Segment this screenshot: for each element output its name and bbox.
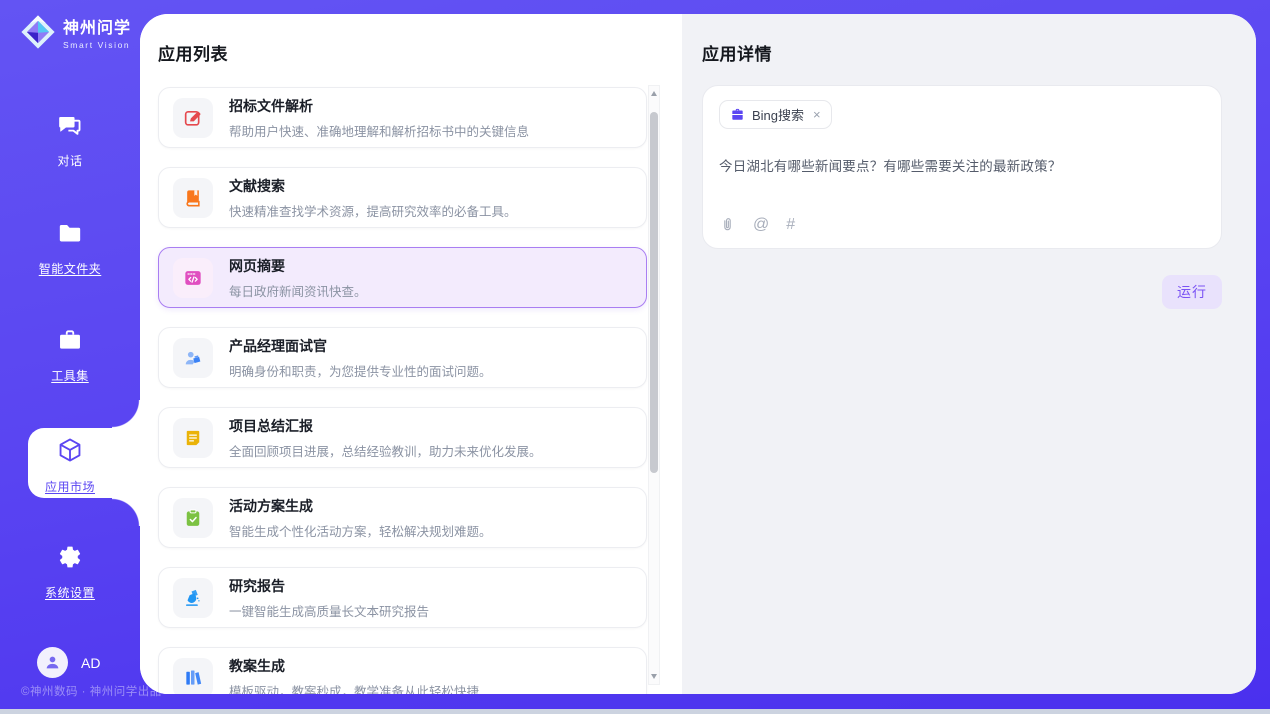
pen-square-icon (173, 98, 213, 138)
research-icon (173, 578, 213, 618)
app-card[interactable]: 网页摘要 每日政府新闻资讯快查。 (158, 247, 647, 308)
sidebar-item-label: 应用市场 (45, 478, 95, 495)
brand-logo: 神州问学 Smart Vision (19, 13, 131, 56)
sidebar-active-notch-top (112, 400, 140, 428)
app-detail-title: 应用详情 (702, 40, 1222, 65)
app-card-title: 招标文件解析 (229, 96, 529, 116)
app-card-desc: 明确身份和职责，为您提供专业性的面试问题。 (229, 361, 492, 380)
tool-tag-close-icon[interactable]: × (813, 107, 821, 122)
brand-name: 神州问学 (63, 20, 131, 38)
input-toolbar: @ # (719, 216, 795, 233)
list-scrollbar[interactable] (648, 85, 660, 685)
attachment-icon[interactable] (719, 216, 736, 233)
app-card[interactable]: 文献搜索 快速精准查找学术资源，提高研究效率的必备工具。 (158, 167, 647, 228)
user-initials: AD (81, 655, 100, 671)
avatar (37, 647, 68, 678)
main-content: 应用列表 招标文件解析 帮助用户快速、准确地理解和解析招标书中的关键信息 文献搜… (140, 14, 1256, 694)
scroll-up-button[interactable] (649, 87, 659, 100)
sidebar: 神州问学 Smart Vision 对话 智能文件夹 工具集 应用市场 系统设置… (0, 0, 140, 714)
briefcase-icon (730, 107, 745, 122)
app-card-title: 网页摘要 (229, 256, 367, 276)
app-card-text: 产品经理面试官 明确身份和职责，为您提供专业性的面试问题。 (229, 336, 492, 380)
app-card[interactable]: 研究报告 一键智能生成高质量长文本研究报告 (158, 567, 647, 628)
run-row: 运行 (702, 275, 1222, 309)
sidebar-item-settings[interactable]: 系统设置 (0, 544, 140, 601)
app-card[interactable]: 教案生成 模板驱动，教案秒成，教学准备从此轻松快捷 (158, 647, 647, 694)
arrow-up-icon (651, 91, 657, 96)
app-list-panel: 应用列表 招标文件解析 帮助用户快速、准确地理解和解析招标书中的关键信息 文献搜… (140, 14, 682, 694)
app-card-title: 文献搜索 (229, 176, 517, 196)
user-profile[interactable]: AD (37, 647, 100, 678)
tool-tag-bing-search[interactable]: Bing搜索 × (719, 100, 832, 129)
app-card-desc: 模板驱动，教案秒成，教学准备从此轻松快捷 (229, 681, 479, 695)
cube-icon (56, 436, 84, 469)
desktop-edge-strip (0, 709, 1270, 714)
hashtag-icon[interactable]: # (786, 217, 795, 233)
app-card-title: 项目总结汇报 (229, 416, 542, 436)
app-card[interactable]: 项目总结汇报 全面回顾项目进展，总结经验教训，助力未来优化发展。 (158, 407, 647, 468)
app-card-desc: 一键智能生成高质量长文本研究报告 (229, 601, 429, 620)
app-card[interactable]: 招标文件解析 帮助用户快速、准确地理解和解析招标书中的关键信息 (158, 87, 647, 148)
books-icon (173, 658, 213, 695)
app-window: 神州问学 Smart Vision 对话 智能文件夹 工具集 应用市场 系统设置… (0, 0, 1270, 714)
app-card[interactable]: 产品经理面试官 明确身份和职责，为您提供专业性的面试问题。 (158, 327, 647, 388)
brand-diamond-icon (19, 13, 57, 56)
app-card-text: 网页摘要 每日政府新闻资讯快查。 (229, 256, 367, 300)
brand-subtitle: Smart Vision (63, 40, 131, 50)
app-card-title: 产品经理面试官 (229, 336, 492, 356)
app-card-desc: 帮助用户快速、准确地理解和解析招标书中的关键信息 (229, 121, 529, 140)
app-detail-panel: 应用详情 Bing搜索 × 今日湖北有哪些新闻要点？有哪些需要关注的最新政策？ … (682, 14, 1256, 694)
tool-tag-label: Bing搜索 (752, 105, 804, 124)
app-card-title: 教案生成 (229, 656, 479, 676)
sidebar-item-label: 对话 (57, 152, 82, 169)
note-icon (173, 418, 213, 458)
book-icon (173, 178, 213, 218)
app-card-text: 研究报告 一键智能生成高质量长文本研究报告 (229, 576, 429, 620)
app-card-desc: 每日政府新闻资讯快查。 (229, 281, 367, 300)
run-button[interactable]: 运行 (1162, 275, 1222, 309)
mention-icon[interactable]: @ (753, 217, 769, 233)
app-list-title: 应用列表 (158, 40, 682, 65)
arrow-down-icon (651, 674, 657, 679)
sidebar-item-label: 工具集 (51, 367, 89, 384)
clipboard-check-icon (173, 498, 213, 538)
sidebar-item-market[interactable]: 应用市场 (0, 436, 140, 495)
toolbox-icon (57, 327, 83, 358)
browser-code-icon (173, 258, 213, 298)
sidebar-item-folders[interactable]: 智能文件夹 (0, 220, 140, 277)
scrollbar-thumb[interactable] (650, 112, 658, 473)
query-input[interactable]: 今日湖北有哪些新闻要点？有哪些需要关注的最新政策？ (719, 155, 1205, 175)
app-card-text: 招标文件解析 帮助用户快速、准确地理解和解析招标书中的关键信息 (229, 96, 529, 140)
app-card-desc: 智能生成个性化活动方案，轻松解决规划难题。 (229, 521, 492, 540)
app-card-desc: 快速精准查找学术资源，提高研究效率的必备工具。 (229, 201, 517, 220)
folder-icon (57, 220, 83, 251)
app-card-title: 活动方案生成 (229, 496, 492, 516)
app-card-title: 研究报告 (229, 576, 429, 596)
query-card: Bing搜索 × 今日湖北有哪些新闻要点？有哪些需要关注的最新政策？ @ # (702, 85, 1222, 249)
interviewer-icon (173, 338, 213, 378)
app-card-list: 招标文件解析 帮助用户快速、准确地理解和解析招标书中的关键信息 文献搜索 快速精… (158, 87, 647, 694)
app-card-text: 活动方案生成 智能生成个性化活动方案，轻松解决规划难题。 (229, 496, 492, 540)
chat-icon (57, 112, 83, 143)
sidebar-item-label: 系统设置 (45, 584, 95, 601)
sidebar-item-tools[interactable]: 工具集 (0, 327, 140, 384)
gear-icon (57, 544, 83, 575)
app-card[interactable]: 活动方案生成 智能生成个性化活动方案，轻松解决规划难题。 (158, 487, 647, 548)
app-card-text: 教案生成 模板驱动，教案秒成，教学准备从此轻松快捷 (229, 656, 479, 695)
app-card-text: 文献搜索 快速精准查找学术资源，提高研究效率的必备工具。 (229, 176, 517, 220)
scroll-down-button[interactable] (649, 670, 659, 683)
app-card-text: 项目总结汇报 全面回顾项目进展，总结经验教训，助力未来优化发展。 (229, 416, 542, 460)
sidebar-active-notch-bottom (112, 498, 140, 526)
app-card-desc: 全面回顾项目进展，总结经验教训，助力未来优化发展。 (229, 441, 542, 460)
sidebar-item-chat[interactable]: 对话 (0, 112, 140, 169)
sidebar-item-label: 智能文件夹 (39, 260, 102, 277)
